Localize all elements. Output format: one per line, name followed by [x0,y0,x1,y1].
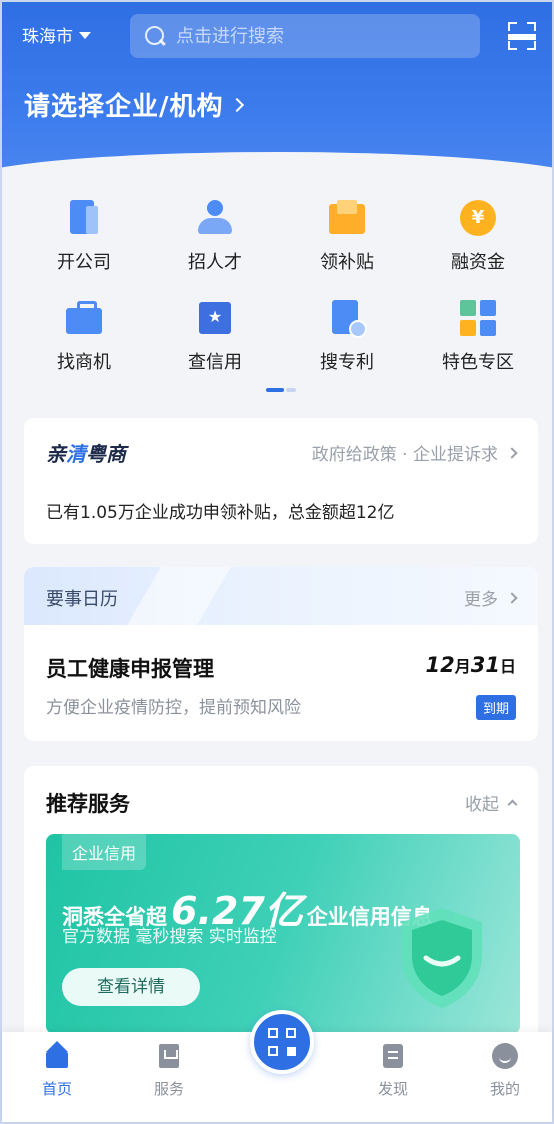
tiles-icon [458,298,498,338]
pager-dot-active [266,388,284,392]
home-icon [43,1041,71,1070]
date-day-unit: 日 [499,657,516,676]
profile-icon [491,1042,519,1070]
quick-action-open-company[interactable]: 开公司 [29,198,139,274]
credit-banner[interactable]: 企业信用 洞悉全省超 6.27亿 企业信用信息 官方数据 毫秒搜索 实时监控 查… [46,834,520,1034]
nav-label: 发现 [377,1080,408,1098]
document-icon [64,198,104,238]
search-bar[interactable] [130,14,480,58]
calendar-more-label: 更多 [464,590,498,610]
quick-action-label: 搜专利 [320,352,374,373]
collapse-button[interactable]: 收起 [465,790,518,815]
calendar-item-date: 12月31日 [426,653,517,677]
quick-action-credit[interactable]: 查信用 [160,298,270,374]
shield-icon [402,908,482,1008]
chevron-right-icon [229,97,244,112]
qinqing-title: 亲清粤商 [46,438,126,467]
nav-label: 首页 [41,1080,72,1098]
patent-search-icon [327,298,367,338]
quick-action-business-opportunity[interactable]: 找商机 [29,298,139,374]
banner-subtitle: 官方数据 毫秒搜索 实时监控 [62,927,277,947]
recommend-title: 推荐服务 [46,792,130,816]
qinqing-card[interactable]: 亲清粤商 政府给政策 · 企业提诉求 已有1.05万企业成功申领补贴，总金额超1… [24,418,538,544]
calendar-item-title[interactable]: 员工健康申报管理 [46,653,214,683]
calendar-item-description: 方便企业疫情防控，提前预知风险 [46,698,301,718]
quick-action-label: 招人才 [188,252,242,273]
calendar-more-link[interactable]: 更多 [464,585,518,610]
scan-icon[interactable] [508,22,536,50]
nav-me[interactable]: 我的 [470,1042,540,1099]
qinqing-link[interactable]: 政府给政策 · 企业提诉求 [311,440,518,465]
qinqing-title-highlight: 清 [66,442,86,466]
quick-action-label: 融资金 [451,252,505,273]
nav-discover[interactable]: 发现 [358,1042,428,1099]
qinqing-title-part: 粤商 [86,442,126,466]
quick-action-subsidy[interactable]: 领补贴 [292,198,402,274]
date-month: 12 [425,653,455,677]
city-selector[interactable]: 珠海市 [22,22,91,47]
quick-action-financing[interactable]: 融资金 [423,198,533,274]
person-icon [195,198,235,238]
discover-icon [379,1042,407,1070]
view-details-button[interactable]: 查看详情 [62,968,200,1006]
city-label: 珠海市 [22,27,73,47]
banner-tag: 企业信用 [62,834,147,870]
quick-action-label: 开公司 [57,252,111,273]
quick-action-special-zone[interactable]: 特色专区 [423,298,533,374]
star-certificate-icon [195,298,235,338]
chevron-up-icon [507,799,518,810]
grid-pager [266,388,296,392]
date-day: 31 [470,653,500,677]
chevron-right-icon [506,446,518,459]
nav-label: 我的 [489,1080,520,1098]
nav-label: 服务 [153,1080,184,1098]
quick-action-patent[interactable]: 搜专利 [292,298,402,374]
nav-home[interactable]: 首页 [22,1041,92,1099]
subsidy-box-icon [327,198,367,238]
quick-action-label: 找商机 [57,352,111,373]
qr-code-button[interactable] [250,1010,314,1074]
quick-action-label: 领补贴 [320,252,374,273]
header: 珠海市 请选择企业/机构 [2,2,552,177]
pager-dot [286,388,296,392]
qinqing-title-part: 亲 [46,442,66,466]
caret-down-icon [79,32,91,39]
nav-service[interactable]: 服务 [134,1042,204,1099]
calendar-title: 要事日历 [46,589,118,610]
qinqing-link-text: 政府给政策 · 企业提诉求 [311,445,498,465]
chevron-right-icon [506,591,518,604]
search-input[interactable] [176,25,446,47]
briefcase-icon [64,298,104,338]
search-icon [144,25,166,47]
service-icon [155,1042,183,1070]
qinqing-description: 已有1.05万企业成功申领补贴，总金额超12亿 [46,503,395,523]
org-selector[interactable]: 请选择企业/机构 [24,86,244,123]
org-prompt: 请选择企业/机构 [24,92,224,122]
date-month-unit: 月 [454,657,471,676]
quick-action-label: 查信用 [188,352,242,373]
bottom-nav: 首页 服务 发现 我的 [2,1010,552,1122]
quick-action-recruit[interactable]: 招人才 [160,198,270,274]
quick-action-label: 特色专区 [442,352,514,373]
calendar-card: 要事日历 更多 员工健康申报管理 12月31日 方便企业疫情防控，提前预知风险 … [24,567,538,741]
yuan-coin-icon [458,198,498,238]
collapse-label: 收起 [465,795,499,815]
status-badge: 到期 [475,695,516,720]
